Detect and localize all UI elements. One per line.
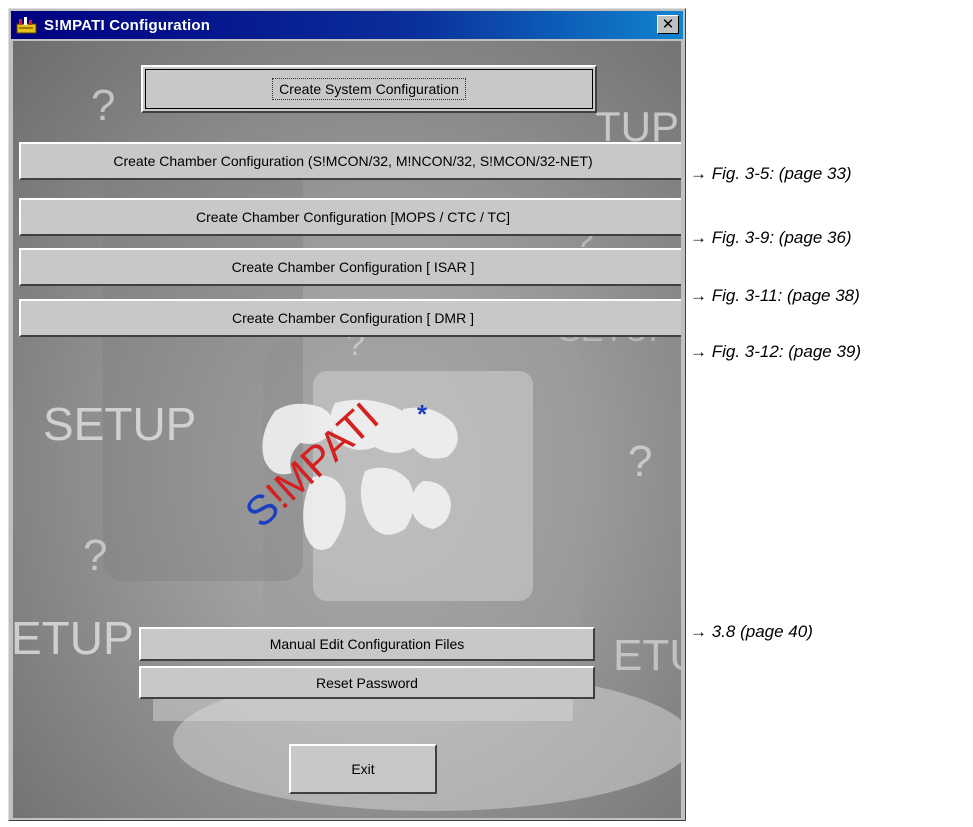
close-icon: ✕ bbox=[661, 16, 675, 33]
close-button[interactable]: ✕ bbox=[657, 15, 679, 34]
app-icon bbox=[16, 15, 38, 35]
create-chamber-mops-button[interactable]: Create Chamber Configuration [MOPS / CTC… bbox=[19, 198, 681, 236]
exit-button[interactable]: Exit bbox=[289, 744, 437, 794]
annotation-fig-3-5: → Fig. 3-5: (page 33) bbox=[690, 164, 852, 183]
create-system-configuration-button[interactable]: Create System Configuration bbox=[141, 65, 597, 113]
background-word: ETU bbox=[613, 631, 681, 680]
background-question-mark: ? bbox=[83, 531, 108, 580]
create-system-configuration-label: Create System Configuration bbox=[272, 78, 466, 100]
manual-edit-configuration-files-button[interactable]: Manual Edit Configuration Files bbox=[139, 627, 595, 661]
simpati-config-window: S!MPATI Configuration ✕ ? TUP SETUP ? ? … bbox=[8, 8, 686, 821]
create-chamber-dmr-button[interactable]: Create Chamber Configuration [ DMR ] bbox=[19, 299, 681, 337]
logo-star-icon: * bbox=[417, 399, 428, 429]
create-chamber-isar-button[interactable]: Create Chamber Configuration [ ISAR ] bbox=[19, 248, 681, 286]
background-question-mark: ? bbox=[91, 81, 116, 130]
annotation-fig-3-11: → Fig. 3-11: (page 38) bbox=[690, 286, 860, 305]
title-bar[interactable]: S!MPATI Configuration ✕ bbox=[11, 11, 683, 39]
annotation-fig-3-9: → Fig. 3-9: (page 36) bbox=[690, 228, 852, 247]
background-word: ETUP bbox=[13, 612, 134, 664]
reset-password-button[interactable]: Reset Password bbox=[139, 666, 595, 699]
annotation-section-3-8: → 3.8 (page 40) bbox=[690, 622, 813, 641]
background-question-mark: ? bbox=[628, 437, 653, 486]
client-area: ? TUP SETUP ? ? ? ETUP ETU ? SETUP S!MPA… bbox=[13, 41, 681, 818]
background-word: SETUP bbox=[43, 398, 197, 450]
window-title: S!MPATI Configuration bbox=[44, 16, 211, 34]
create-chamber-simcon-button[interactable]: Create Chamber Configuration (S!MCON/32,… bbox=[19, 142, 681, 180]
annotation-fig-3-12: → Fig. 3-12: (page 39) bbox=[690, 342, 862, 361]
